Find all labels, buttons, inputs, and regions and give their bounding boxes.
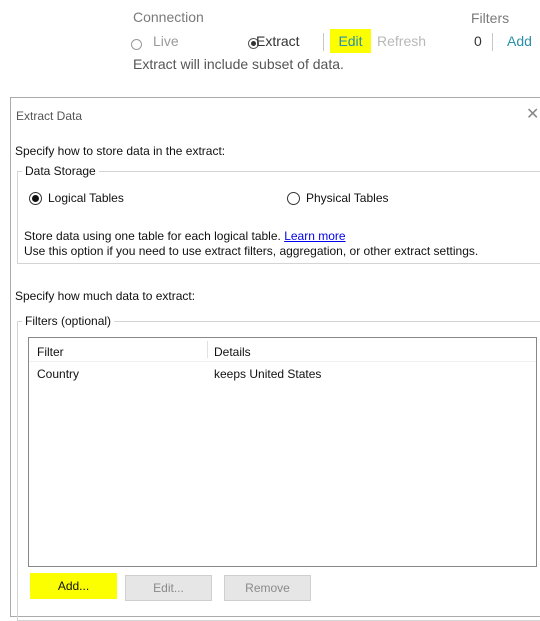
divider	[323, 33, 324, 51]
column-divider[interactable]	[207, 341, 208, 358]
table-row-details-cell[interactable]: keeps United States	[214, 367, 321, 381]
add-filter-button[interactable]: Add...	[30, 573, 117, 599]
connection-title: Connection	[133, 9, 204, 25]
desc-line1: Store data using one table for each logi…	[24, 229, 281, 243]
live-radio[interactable]	[131, 39, 142, 50]
filter-count: 0	[474, 33, 482, 49]
learn-more-link[interactable]: Learn more	[284, 229, 345, 243]
physical-tables-radio[interactable]: Physical Tables	[287, 191, 389, 205]
filters-optional-label: Filters (optional)	[22, 314, 115, 328]
logical-tables-radio[interactable]: Logical Tables	[29, 191, 124, 205]
row-separator	[29, 361, 536, 362]
how-much-heading: Specify how much data to extract:	[15, 289, 196, 303]
store-heading: Specify how to store data in the extract…	[15, 144, 226, 158]
add-filter-link[interactable]: Add	[507, 33, 532, 49]
edit-filter-button[interactable]: Edit...	[125, 575, 212, 601]
subset-note: Extract will include subset of data.	[133, 56, 344, 72]
live-label: Live	[153, 33, 179, 49]
remove-filter-button[interactable]: Remove	[224, 575, 311, 601]
divider	[492, 33, 493, 51]
dialog-title: Extract Data	[16, 109, 83, 123]
column-header-details[interactable]: Details	[214, 345, 251, 359]
filters-table: Filter Details Country keeps United Stat…	[28, 337, 537, 567]
table-row-filter-cell[interactable]: Country	[37, 367, 79, 381]
logical-tables-label: Logical Tables	[48, 191, 124, 205]
extract-label: Extract	[256, 33, 300, 49]
close-icon[interactable]: ✕	[526, 104, 539, 124]
desc-line2: Use this option if you need to use extra…	[24, 244, 479, 258]
filters-title: Filters	[471, 10, 510, 26]
column-header-filter[interactable]: Filter	[37, 345, 64, 359]
edit-link[interactable]: Edit	[330, 29, 371, 53]
physical-tables-label: Physical Tables	[306, 191, 389, 205]
radio-unselected-icon	[287, 191, 300, 205]
data-storage-label: Data Storage	[22, 164, 99, 178]
radio-selected-icon	[29, 191, 42, 205]
storage-description: Store data using one table for each logi…	[24, 229, 478, 259]
refresh-link[interactable]: Refresh	[377, 33, 426, 49]
